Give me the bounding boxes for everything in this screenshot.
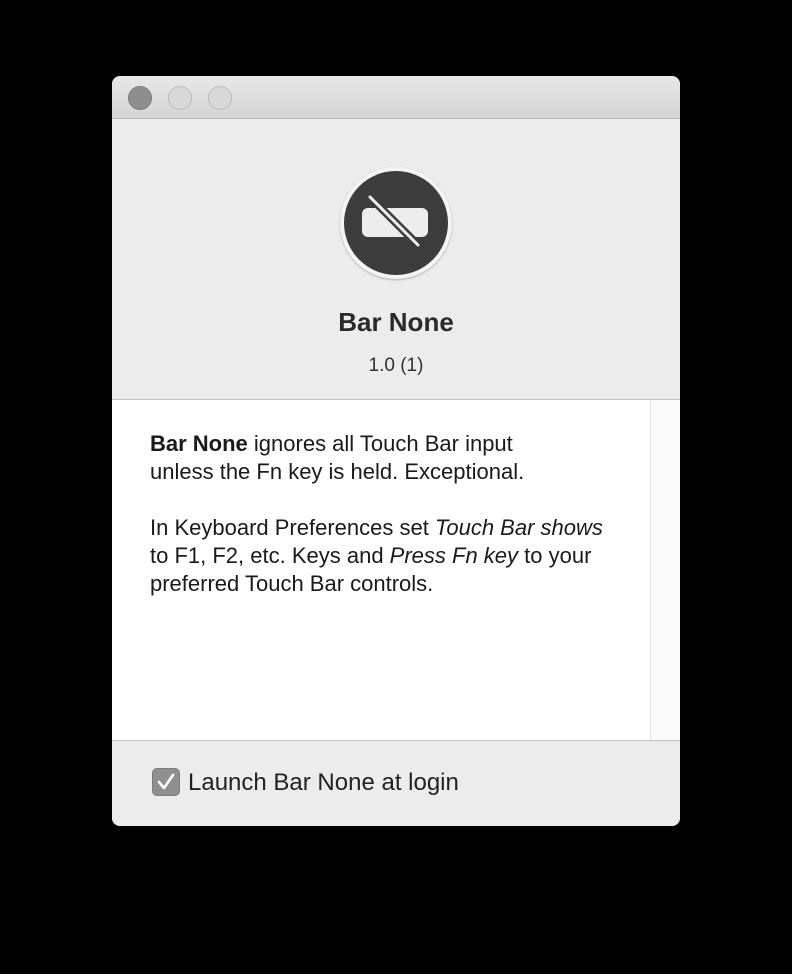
launch-at-login-label[interactable]: Launch Bar None at login (188, 768, 459, 798)
press-fn-key-setting: Press Fn key (389, 543, 519, 568)
touch-bar-disabled-icon (340, 167, 452, 279)
zoom-button[interactable] (208, 86, 232, 110)
close-button[interactable] (128, 86, 152, 110)
description-text-span: ignores all Touch Bar input (247, 431, 513, 456)
minimize-button[interactable] (168, 86, 192, 110)
description-paragraph-2: In Keyboard Preferences set Touch Bar sh… (150, 514, 620, 598)
footer: Launch Bar None at login (112, 741, 680, 826)
description-text-span: unless the Fn key is held. Exceptional. (150, 459, 525, 484)
description-paragraph-1: Bar None ignores all Touch Bar input unle… (150, 430, 620, 486)
description-text-span: to F1, F2, etc. Keys and (150, 543, 390, 568)
app-name: Bar None (338, 307, 454, 337)
title-bar[interactable] (112, 76, 680, 119)
app-name-bold: Bar None (150, 431, 248, 456)
description-panel: Bar None ignores all Touch Bar input unle… (112, 400, 680, 741)
description-text: Bar None ignores all Touch Bar input unle… (150, 430, 620, 626)
checkmark-icon (157, 773, 175, 790)
app-version: 1.0 (1) (368, 355, 424, 376)
about-window: Bar None 1.0 (1) Bar None ignores all To… (112, 76, 680, 826)
app-header: Bar None 1.0 (1) (112, 119, 680, 400)
launch-at-login-checkbox[interactable] (152, 768, 180, 796)
scrollbar-track[interactable] (650, 400, 680, 740)
touch-bar-shows-setting: Touch Bar shows (434, 515, 603, 540)
description-text-span: In Keyboard Preferences set (150, 515, 435, 540)
